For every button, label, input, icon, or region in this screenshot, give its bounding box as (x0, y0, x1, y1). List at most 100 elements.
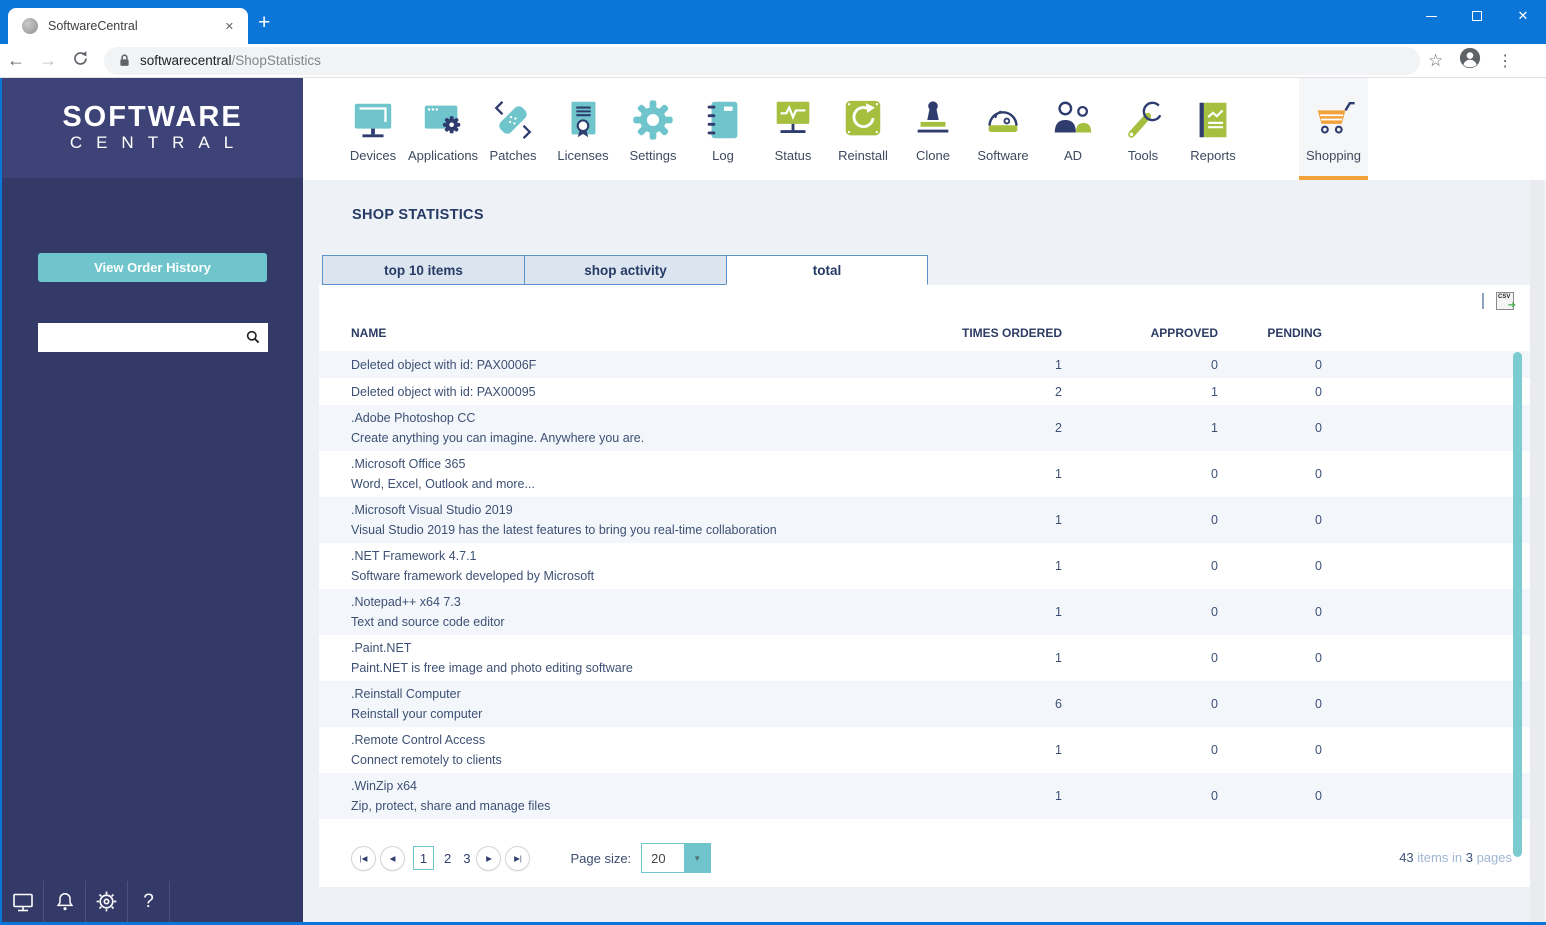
approved-cell: 0 (1211, 357, 1218, 372)
devices-shortcut-button[interactable] (2, 881, 44, 922)
page-size-dropdown-button[interactable]: ▼ (684, 844, 711, 872)
minimize-button[interactable] (1408, 0, 1454, 32)
table-row[interactable]: .Microsoft Visual Studio 2019 Visual Stu… (319, 497, 1530, 543)
table-row[interactable]: .Paint.NET Paint.NET is free image and p… (319, 635, 1530, 681)
browser-tab[interactable]: SoftwareCentral ✕ (8, 8, 248, 44)
people-icon (1050, 96, 1096, 144)
view-order-history-button[interactable]: View Order History (38, 253, 267, 282)
tab-close-icon[interactable]: ✕ (221, 18, 238, 35)
prev-page-button[interactable]: ◀ (380, 845, 405, 871)
pagination: |◀ ◀ 1 2 3 ▶ ▶| Page size: 20 ▼ (351, 843, 712, 873)
browser-menu-icon[interactable]: ⋮ (1497, 51, 1513, 71)
table-row[interactable]: .Microsoft Office 365 Word, Excel, Outlo… (319, 451, 1530, 497)
item-description: Create anything you can imagine. Anywher… (351, 431, 645, 445)
column-approved[interactable]: APPROVED (1062, 326, 1218, 340)
tab-total[interactable]: total (726, 255, 928, 285)
bandage-icon (490, 96, 536, 144)
page-size-select[interactable]: 20 ▼ (641, 843, 712, 873)
tab-shop-activity[interactable]: shop activity (524, 255, 726, 285)
pending-cell: 0 (1315, 697, 1322, 711)
nav-item-ad[interactable]: AD (1038, 78, 1108, 180)
settings-shortcut-button[interactable] (86, 881, 128, 922)
nav-item-licenses[interactable]: Licenses (548, 78, 618, 180)
table-row[interactable]: .Remote Control Access Connect remotely … (319, 727, 1530, 773)
item-description: Word, Excel, Outlook and more... (351, 477, 535, 491)
tab-title: SoftwareCentral (48, 19, 138, 33)
question-icon: ? (143, 890, 154, 912)
table-row[interactable]: .Notepad++ x64 7.3 Text and source code … (319, 589, 1530, 635)
table-row[interactable]: Deleted object with id: PAX00095 2 1 0 (319, 378, 1530, 405)
nav-item-shopping[interactable]: Shopping (1299, 78, 1368, 180)
table-scrollbar[interactable] (1513, 352, 1522, 857)
nav-item-devices[interactable]: Devices (338, 78, 408, 180)
refresh-square-icon (840, 96, 886, 144)
approved-cell: 1 (1211, 421, 1218, 435)
export-csv-icon[interactable]: CSV ➜ (1496, 292, 1516, 311)
maximize-button[interactable] (1454, 0, 1500, 32)
table-row[interactable]: Deleted object with id: PAX0006F 1 0 0 (319, 351, 1530, 378)
stamp-icon (910, 96, 956, 144)
nav-item-tools[interactable]: Tools (1108, 78, 1178, 180)
nav-item-reinstall[interactable]: Reinstall (828, 78, 898, 180)
app-logo[interactable]: SOFTWARE CENTRAL (2, 78, 303, 178)
item-description: Zip, protect, share and manage files (351, 799, 551, 813)
nav-item-status[interactable]: Status (758, 78, 828, 180)
refresh-icon (73, 50, 87, 65)
page-2-link[interactable]: 2 (444, 851, 451, 866)
pending-cell: 0 (1315, 467, 1322, 481)
item-name: .NET Framework 4.7.1 (351, 549, 477, 563)
nav-item-log[interactable]: Log (688, 78, 758, 180)
table-body: Deleted object with id: PAX0006F 1 0 0 D… (319, 351, 1530, 819)
table-row[interactable]: .Adobe Photoshop CC Create anything you … (319, 405, 1530, 451)
first-page-button[interactable]: |◀ (351, 845, 376, 871)
nav-item-clone[interactable]: Clone (898, 78, 968, 180)
back-button[interactable]: ← (0, 50, 32, 71)
table-row[interactable]: .WinZip x64 Zip, protect, share and mana… (319, 773, 1530, 819)
profile-avatar-icon[interactable] (1459, 47, 1481, 74)
forward-button[interactable]: → (32, 50, 64, 71)
disc-icon (980, 96, 1026, 144)
favicon-icon (22, 18, 38, 34)
browser-scrollbar[interactable] (1530, 180, 1544, 922)
table-row[interactable]: .Reinstall Computer Reinstall your compu… (319, 681, 1530, 727)
pending-cell: 0 (1315, 605, 1322, 619)
search-input[interactable] (37, 323, 268, 352)
item-description: Software framework developed by Microsof… (351, 569, 595, 583)
close-window-button[interactable]: ✕ (1500, 0, 1546, 32)
page-1-current[interactable]: 1 (413, 846, 434, 870)
last-page-button[interactable]: ▶| (505, 845, 531, 871)
refresh-button[interactable] (64, 50, 96, 72)
toolbar-right: ☆ ⋮ (1428, 47, 1513, 74)
times-ordered-cell: 2 (1055, 421, 1062, 435)
report-book-icon (1190, 96, 1236, 144)
nav-item-patches[interactable]: Patches (478, 78, 548, 180)
nav-item-applications[interactable]: Applications (408, 78, 478, 180)
search-icon[interactable] (245, 329, 261, 350)
nav-item-settings[interactable]: Settings (618, 78, 688, 180)
tab-top-10-items[interactable]: top 10 items (322, 255, 524, 285)
pagination-summary: 43 items in 3 pages (1399, 850, 1512, 865)
item-description: Text and source code editor (351, 615, 505, 629)
column-pending[interactable]: PENDING (1218, 326, 1322, 340)
help-button[interactable]: ? (128, 881, 170, 922)
bookmark-star-icon[interactable]: ☆ (1428, 51, 1443, 71)
gear-icon (630, 96, 676, 144)
new-tab-button[interactable]: + (258, 12, 270, 33)
table-row[interactable]: .NET Framework 4.7.1 Software framework … (319, 543, 1530, 589)
window-gear-icon (420, 96, 466, 144)
nav-item-reports[interactable]: Reports (1178, 78, 1248, 180)
column-name[interactable]: NAME (351, 326, 942, 340)
item-name: .Reinstall Computer (351, 687, 461, 701)
item-description: Paint.NET is free image and photo editin… (351, 661, 633, 675)
export-separator (1482, 293, 1484, 309)
url-bar[interactable]: softwarecentral/ShopStatistics (104, 46, 1420, 75)
pending-cell: 0 (1315, 513, 1322, 527)
column-times-ordered[interactable]: TIMES ORDERED (942, 326, 1062, 340)
page-3-link[interactable]: 3 (463, 851, 470, 866)
approved-cell: 0 (1211, 789, 1218, 803)
nav-item-software[interactable]: Software (968, 78, 1038, 180)
next-page-button[interactable]: ▶ (476, 845, 502, 871)
lock-icon (118, 53, 131, 68)
notifications-button[interactable] (44, 881, 86, 922)
item-name: .WinZip x64 (351, 779, 417, 793)
